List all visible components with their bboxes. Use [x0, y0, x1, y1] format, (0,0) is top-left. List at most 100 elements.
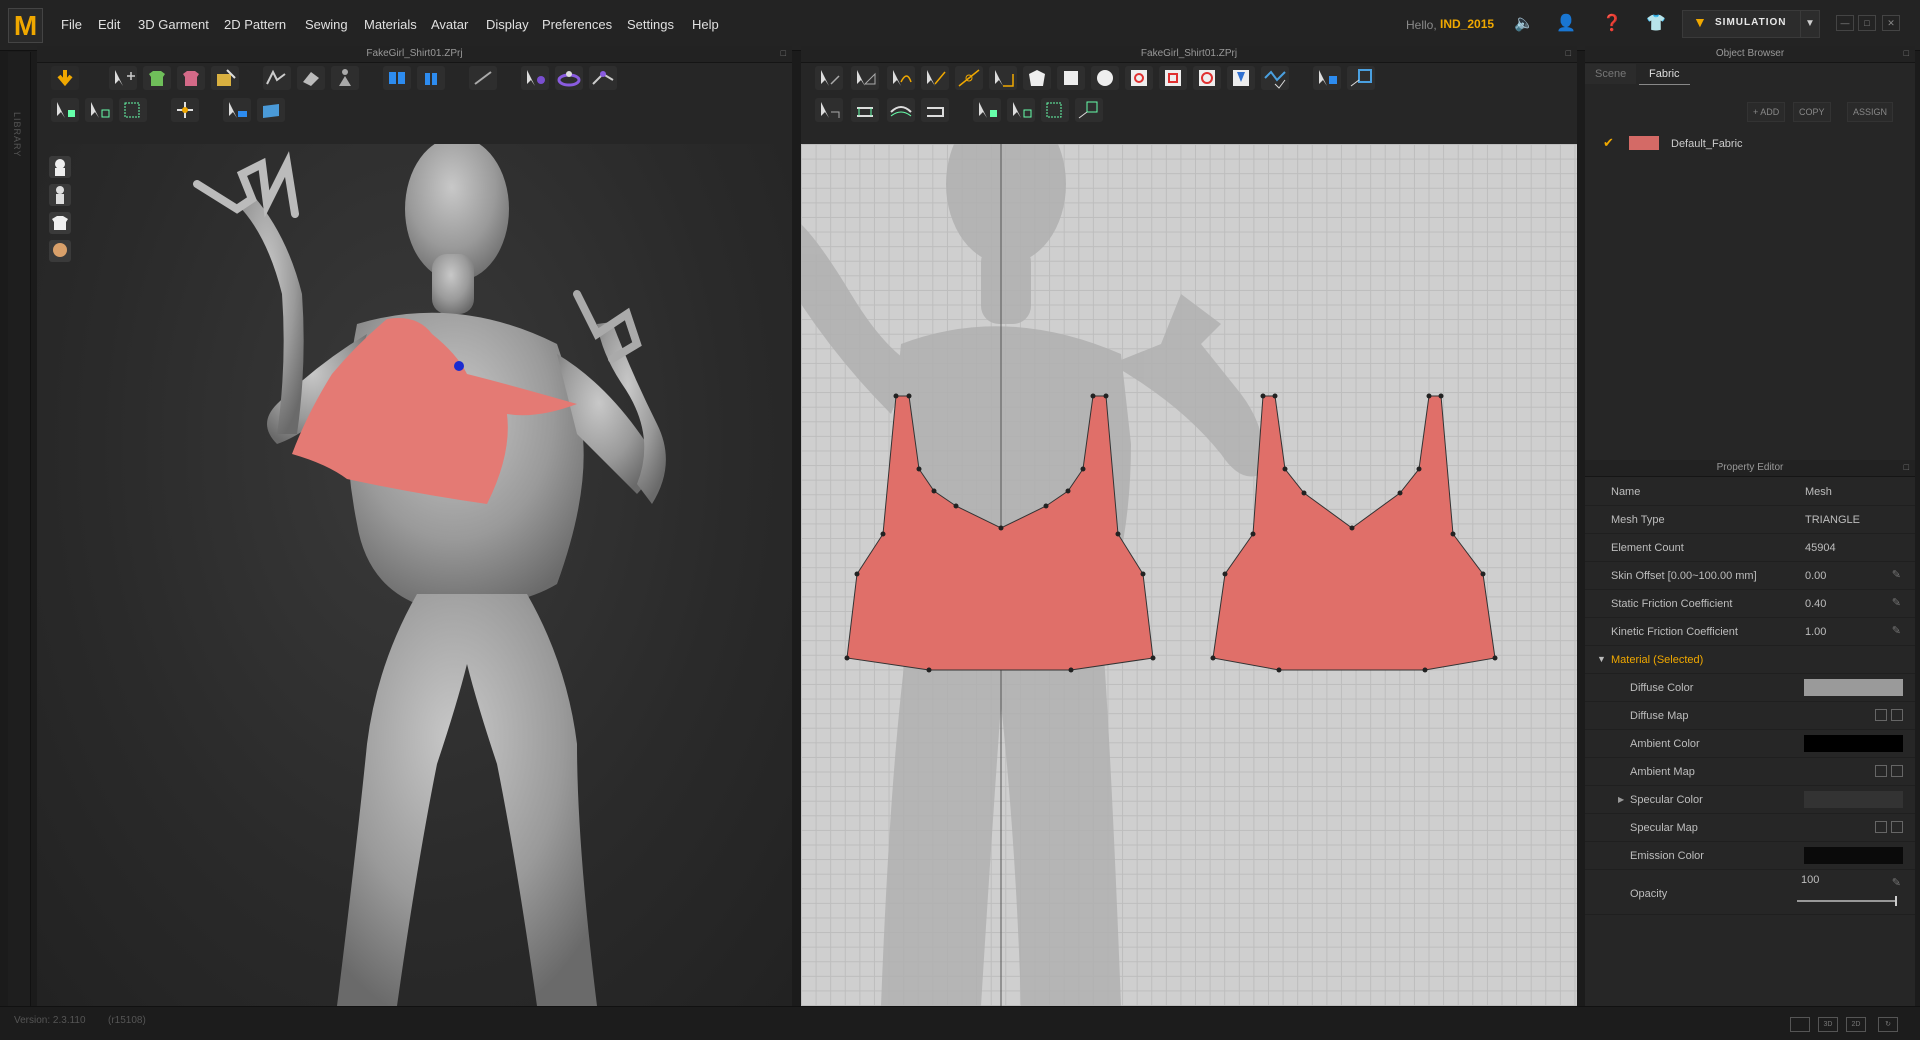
menu-help[interactable]: Help	[692, 17, 719, 32]
restore-icon[interactable]: □	[1858, 15, 1876, 31]
pin-tool[interactable]	[263, 66, 291, 90]
ambient-color-swatch[interactable]	[1804, 735, 1903, 752]
expand-icon[interactable]: □	[781, 48, 786, 58]
menu-avatar[interactable]: Avatar	[431, 17, 468, 32]
select-2d-mesh-tool[interactable]	[1007, 98, 1035, 122]
move-tool[interactable]	[109, 66, 137, 90]
edit-sewing-tool[interactable]	[921, 98, 949, 122]
specular-color-swatch[interactable]	[1804, 791, 1903, 808]
garment-edit-tool[interactable]	[211, 66, 239, 90]
menu-sewing[interactable]: Sewing	[305, 17, 348, 32]
simulation-button[interactable]: ▼ SIMULATION	[1682, 10, 1802, 38]
fabric-list-item[interactable]: ✔ Default_Fabric	[1585, 130, 1915, 156]
avatar-measure-tool[interactable]	[223, 98, 251, 122]
assign-fabric-button[interactable]: ASSIGN	[1847, 102, 1894, 122]
edit-pattern-tool[interactable]	[851, 66, 879, 90]
menu-settings[interactable]: Settings	[627, 17, 674, 32]
texture-transform-tool[interactable]	[171, 98, 199, 122]
select-mesh-tool[interactable]	[85, 98, 113, 122]
menu-edit[interactable]: Edit	[98, 17, 120, 32]
layout-3d-icon[interactable]: 3D	[1818, 1017, 1838, 1032]
opacity-value[interactable]: 100	[1801, 874, 1819, 886]
pin-icon[interactable]: ✎	[1892, 876, 1901, 889]
garment-select-tool[interactable]	[143, 66, 171, 90]
menu-preferences[interactable]: Preferences	[542, 17, 612, 32]
grid-icon[interactable]	[1875, 765, 1887, 777]
minimize-icon[interactable]: —	[1836, 15, 1854, 31]
grid-icon[interactable]	[1875, 821, 1887, 833]
surface-tool[interactable]	[257, 98, 285, 122]
mesh-grid-tool[interactable]	[119, 98, 147, 122]
edit-curve-point-tool[interactable]	[887, 66, 915, 90]
menu-3d-garment[interactable]: 3D Garment	[138, 17, 209, 32]
chevron-right-icon[interactable]: ▶	[1618, 795, 1624, 804]
layout-2d-icon[interactable]: 2D	[1846, 1017, 1866, 1032]
grid-icon[interactable]	[1875, 709, 1887, 721]
segment-sewing-select-tool[interactable]	[815, 98, 843, 122]
tack-edit-tool[interactable]	[417, 66, 445, 90]
opacity-slider[interactable]	[1797, 896, 1897, 906]
edit-curvature-tool[interactable]	[921, 66, 949, 90]
trash-icon[interactable]	[1891, 821, 1903, 833]
select-2d-pin-tool[interactable]	[973, 98, 1001, 122]
prop-value[interactable]: 1.00	[1805, 626, 1826, 638]
internal-polygon-tool[interactable]	[1125, 66, 1153, 90]
dart-tool[interactable]	[1227, 66, 1255, 90]
help-icon[interactable]: ❓	[1602, 14, 1622, 34]
menu-file[interactable]: File	[61, 17, 82, 32]
avatar-tool[interactable]	[331, 66, 359, 90]
fold-tool[interactable]	[297, 66, 325, 90]
add-point-tool[interactable]	[955, 66, 983, 90]
prop-value[interactable]: 0.00	[1805, 570, 1826, 582]
material-section-header[interactable]: ▼ Material (Selected)	[1585, 646, 1915, 674]
expand-icon[interactable]: □	[1904, 462, 1909, 472]
menu-2d-pattern[interactable]: 2D Pattern	[224, 17, 286, 32]
measure-tool[interactable]	[469, 66, 497, 90]
avatar-pose-tool[interactable]	[589, 66, 617, 90]
internal-rectangle-tool[interactable]	[1159, 66, 1187, 90]
2d-mesh-grid-tool[interactable]	[1041, 98, 1069, 122]
diffuse-color-swatch[interactable]	[1804, 679, 1903, 696]
trash-icon[interactable]	[1891, 765, 1903, 777]
tack-tool[interactable]	[383, 66, 411, 90]
speaker-icon[interactable]: 🔈	[1514, 14, 1534, 34]
segment-sewing-tool[interactable]	[851, 98, 879, 122]
trace-tool[interactable]	[1261, 66, 1289, 90]
prop-value[interactable]: TRIANGLE	[1805, 514, 1860, 526]
2d-texture-tool[interactable]	[1075, 98, 1103, 122]
pin-icon[interactable]: ✎	[1892, 596, 1901, 609]
select-pin-tool[interactable]	[51, 98, 79, 122]
add-fabric-button[interactable]: + ADD	[1747, 102, 1786, 122]
tshirt-icon[interactable]: 👕	[1646, 14, 1666, 34]
username[interactable]: IND_2015	[1440, 17, 1494, 31]
prop-value[interactable]: 0.40	[1805, 598, 1826, 610]
close-icon[interactable]: ✕	[1882, 15, 1900, 31]
simulation-dropdown-button[interactable]: ▼	[1800, 10, 1820, 38]
transform-pattern-tool[interactable]	[815, 66, 843, 90]
pin-icon[interactable]: ✎	[1892, 568, 1901, 581]
layout-split-icon[interactable]	[1790, 1017, 1810, 1032]
arrange-pattern-tool[interactable]	[1313, 66, 1341, 90]
garment-move-tool[interactable]	[177, 66, 205, 90]
emission-color-swatch[interactable]	[1804, 847, 1903, 864]
viewport-2d[interactable]	[801, 144, 1577, 1006]
expand-icon[interactable]: □	[1904, 48, 1909, 58]
simulation-tool[interactable]	[51, 66, 79, 90]
prop-value[interactable]: Mesh	[1805, 486, 1832, 498]
internal-line-tool[interactable]	[989, 66, 1017, 90]
opacity-slider-handle[interactable]	[1895, 896, 1897, 906]
arrangement-tool[interactable]	[521, 66, 549, 90]
trash-icon[interactable]	[1891, 709, 1903, 721]
menu-display[interactable]: Display	[486, 17, 529, 32]
tab-fabric[interactable]: Fabric	[1639, 64, 1690, 85]
copy-fabric-button[interactable]: COPY	[1793, 102, 1831, 122]
arrangement-point-tool[interactable]	[555, 66, 583, 90]
viewport-3d[interactable]	[37, 144, 792, 1006]
pin-icon[interactable]: ✎	[1892, 624, 1901, 637]
lay-out-tool[interactable]	[1347, 66, 1375, 90]
internal-circle-tool[interactable]	[1193, 66, 1221, 90]
free-sewing-tool[interactable]	[887, 98, 915, 122]
refresh-icon[interactable]: ↻	[1878, 1017, 1898, 1032]
expand-icon[interactable]: □	[1566, 48, 1571, 58]
polygon-tool[interactable]	[1023, 66, 1051, 90]
